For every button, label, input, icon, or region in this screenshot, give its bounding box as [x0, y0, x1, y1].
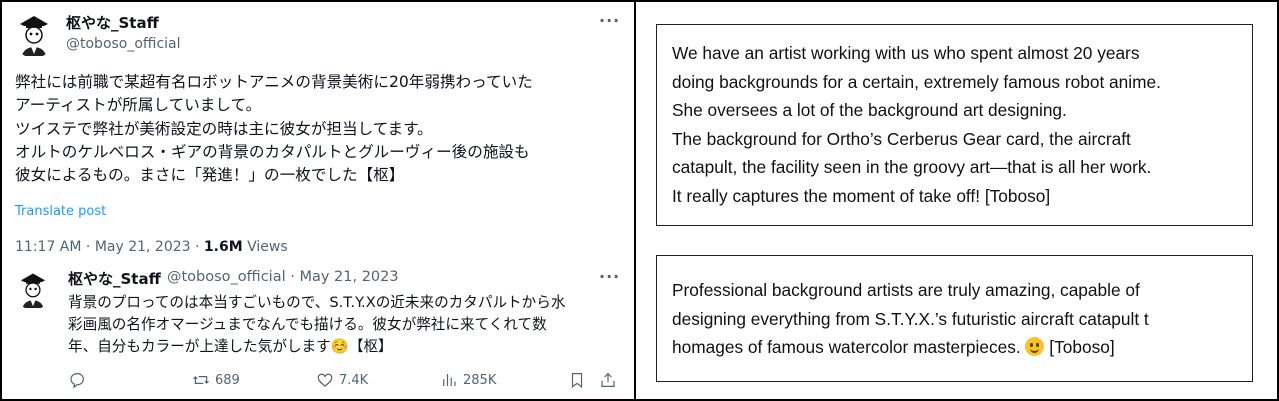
tweet-body: 弊社には前職で某超有名ロボットアニメの背景美術に20年弱携わっていた アーティス…	[15, 71, 630, 187]
translation-line: It really captures the moment of take of…	[672, 185, 1051, 206]
retweet-button[interactable]: 689	[192, 371, 240, 389]
tweet-text-line: アーティストが所属していまして。	[15, 96, 262, 115]
translation-text: homages of famous watercolor masterpiece…	[672, 337, 1021, 357]
translation-line: Professional background artists are trul…	[672, 280, 1140, 300]
reply-author-handle[interactable]: @toboso_official	[167, 269, 286, 285]
retweet-count: 689	[215, 372, 240, 388]
views-count: 1.6M	[203, 239, 243, 255]
tweet-time[interactable]: 11:17 AM	[15, 239, 81, 255]
translation-line-last: homages of famous watercolor masterpiece…	[672, 333, 1252, 362]
tweet-text-line: 彼女によるもの。まさに「発進！」の一枚でした【枢】	[15, 166, 405, 185]
analytics-icon	[443, 374, 456, 386]
translation-box-1: We have an artist working with us who sp…	[656, 24, 1253, 226]
reply-actions-bar: 689 7.4K 285K	[2, 371, 634, 393]
reply-text-line: 年、自分もカラーが上達した気がします☺️【枢】	[68, 338, 393, 355]
like-button[interactable]: 7.4K	[316, 371, 368, 389]
reply-date[interactable]: May 21, 2023	[299, 269, 398, 285]
reply-body: 背景のプロってのは本当すごいもので、S.T.Y.Xの近未来のカタパルトから水 彩…	[68, 292, 628, 358]
reply-more-options-icon[interactable]: ···	[599, 267, 620, 286]
translation-line: The background for Ortho’s Cerberus Gear…	[672, 128, 1131, 149]
reply-author-avatar[interactable]	[14, 268, 52, 310]
author-handle[interactable]: @toboso_official	[66, 36, 181, 52]
reply-text-line: 彩画風の名作オマージュまでなんでも描ける。彼女が弊社に来てくれて数	[68, 316, 547, 333]
more-options-icon[interactable]: ···	[599, 11, 620, 30]
translation-signature: [Toboso]	[1049, 337, 1115, 357]
translation-line: She oversees a lot of the background art…	[672, 100, 1067, 120]
reply-text-line: 背景のプロってのは本当すごいもので、S.T.Y.Xの近未来のカタパルトから水	[68, 294, 566, 311]
bookmark-icon	[571, 373, 583, 388]
translate-post-link[interactable]: Translate post	[15, 204, 106, 219]
views-count-reply: 285K	[463, 372, 497, 388]
reply-button[interactable]	[68, 371, 86, 389]
translation-box-2: Professional background artists are trul…	[656, 255, 1253, 382]
bookmark-button[interactable]	[568, 371, 586, 389]
heart-icon	[317, 373, 333, 387]
smiling-face-icon	[1025, 337, 1045, 356]
translation-line: We have an artist working with us who sp…	[672, 43, 1140, 63]
share-icon	[601, 372, 615, 387]
views-button[interactable]: 285K	[440, 371, 496, 389]
tweet-date[interactable]: May 21, 2023	[95, 239, 191, 255]
tweet-text-line: 弊社には前職で某超有名ロボットアニメの背景美術に20年弱携わっていた	[15, 73, 533, 91]
tweet-text-line: ツイステで弊社が美術設定の時は主に彼女が担当してます。	[15, 119, 433, 138]
translation-line: designing everything from S.T.Y.X.’s fut…	[672, 308, 1149, 329]
reply-handle-line: @toboso_official · May 21, 2023	[167, 269, 399, 285]
comment-icon	[70, 373, 84, 389]
author-avatar[interactable]	[12, 10, 56, 58]
translation-line: catapult, the facility seen in the groov…	[672, 157, 1152, 177]
share-button[interactable]	[599, 371, 617, 389]
like-count: 7.4K	[339, 372, 369, 388]
tweet-panel: 枢やな_Staff @toboso_official ··· 弊社には前職で某超…	[2, 2, 634, 399]
panel-divider	[634, 2, 636, 399]
reply-author-name[interactable]: 枢やな_Staff	[68, 268, 161, 289]
author-name[interactable]: 枢やな_Staff	[66, 12, 159, 33]
tweet-text-line: オルトのケルベロス・ギアの背景のカタパルトとグルーヴィー後の施設も	[15, 142, 530, 161]
tweet-meta: 11:17 AM · May 21, 2023 · 1.6M Views	[15, 239, 288, 255]
retweet-icon	[193, 376, 209, 384]
views-label: Views	[247, 239, 288, 255]
translation-line: doing backgrounds for a certain, extreme…	[672, 71, 1161, 92]
